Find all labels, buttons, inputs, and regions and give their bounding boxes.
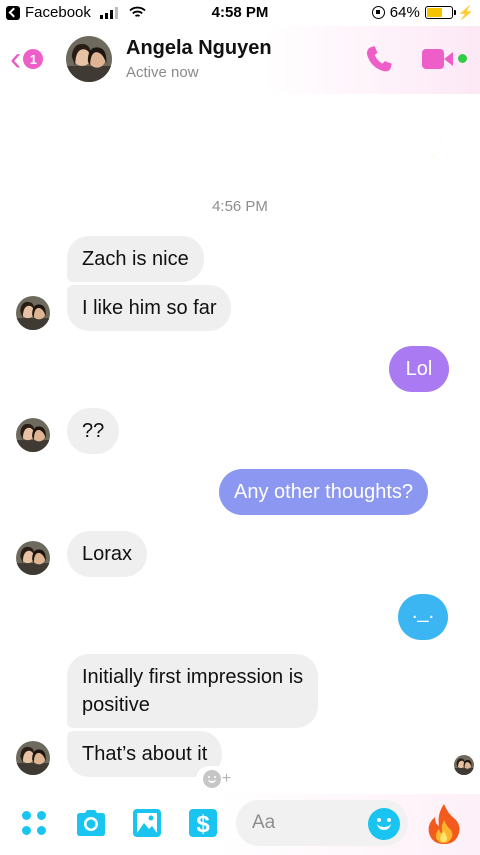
contact-name[interactable]: Angela Nguyen [126, 37, 272, 60]
video-camera-icon [422, 49, 444, 69]
avatar-photo [16, 541, 50, 575]
avatar-photo [66, 36, 112, 82]
add-reaction-button[interactable]: + [196, 766, 238, 792]
message-bubble-incoming[interactable]: Lorax [67, 531, 148, 577]
gallery-button[interactable] [130, 806, 164, 840]
avatar-photo [16, 741, 50, 775]
sender-avatar[interactable] [16, 296, 50, 330]
message-bubble-outgoing[interactable]: Any other thoughts? [219, 469, 429, 515]
crescent-moon-emoji-message[interactable] [392, 112, 450, 170]
video-call-button[interactable] [422, 46, 467, 74]
smiley-icon [202, 770, 221, 788]
read-receipt-avatar [454, 755, 474, 775]
message-bubble-incoming[interactable]: ?? [67, 408, 120, 454]
message-composer: $ [0, 794, 480, 855]
dot-shape [37, 811, 46, 820]
message-bubble-outgoing[interactable]: ._. [398, 594, 448, 640]
dot-shape [22, 811, 31, 820]
phone-icon [366, 46, 392, 72]
sender-avatar[interactable] [16, 541, 50, 575]
online-indicator [458, 54, 467, 63]
message-bubble-incoming[interactable]: Zach is nice [67, 236, 204, 282]
more-actions-button[interactable] [18, 807, 52, 841]
back-button[interactable]: ‹ 1 [10, 40, 44, 78]
conversation-header: ‹ 1 Angela Nguyen Active now [0, 26, 480, 94]
fire-emoji-button[interactable] [426, 802, 462, 846]
dot-shape [22, 826, 31, 835]
image-icon [133, 809, 161, 837]
crescent-moon-icon [399, 117, 443, 162]
avatar-photo [16, 418, 50, 452]
fire-icon [428, 804, 460, 844]
dot-shape [37, 826, 46, 835]
payment-button[interactable]: $ [186, 806, 220, 840]
svg-text:$: $ [196, 811, 210, 838]
camera-icon [77, 810, 105, 836]
charging-bolt-icon: ⚡ [457, 4, 474, 20]
sender-avatar[interactable] [16, 418, 50, 452]
rotation-lock-icon [371, 6, 385, 19]
conversation-timestamp: 4:56 PM [212, 198, 268, 215]
avatar-photo [16, 296, 50, 330]
status-bar-right: 64% ⚡ [371, 4, 474, 21]
message-bubble-incoming[interactable]: I like him so far [67, 285, 232, 331]
camera-button[interactable] [74, 806, 108, 840]
voice-call-button[interactable] [362, 43, 396, 77]
message-bubble-incoming[interactable]: Initially first impression is positive [67, 654, 319, 728]
emoji-button[interactable] [368, 808, 400, 840]
avatar-photo [454, 755, 474, 775]
message-bubble-outgoing[interactable]: Lol [389, 346, 449, 392]
contact-avatar[interactable] [66, 36, 112, 82]
video-lens-shape [444, 52, 453, 66]
active-status: Active now [126, 64, 199, 81]
battery-icon [424, 6, 456, 19]
sender-avatar[interactable] [16, 741, 50, 775]
unread-count-badge: 1 [23, 49, 44, 69]
battery-percent: 64% [389, 4, 420, 21]
dollar-icon: $ [189, 809, 217, 838]
chevron-left-icon: ‹ [10, 40, 22, 78]
plus-icon: + [221, 770, 232, 787]
battery-level-fill [426, 8, 443, 17]
status-bar: Facebook 4:58 PM 64% ⚡ [0, 0, 480, 26]
